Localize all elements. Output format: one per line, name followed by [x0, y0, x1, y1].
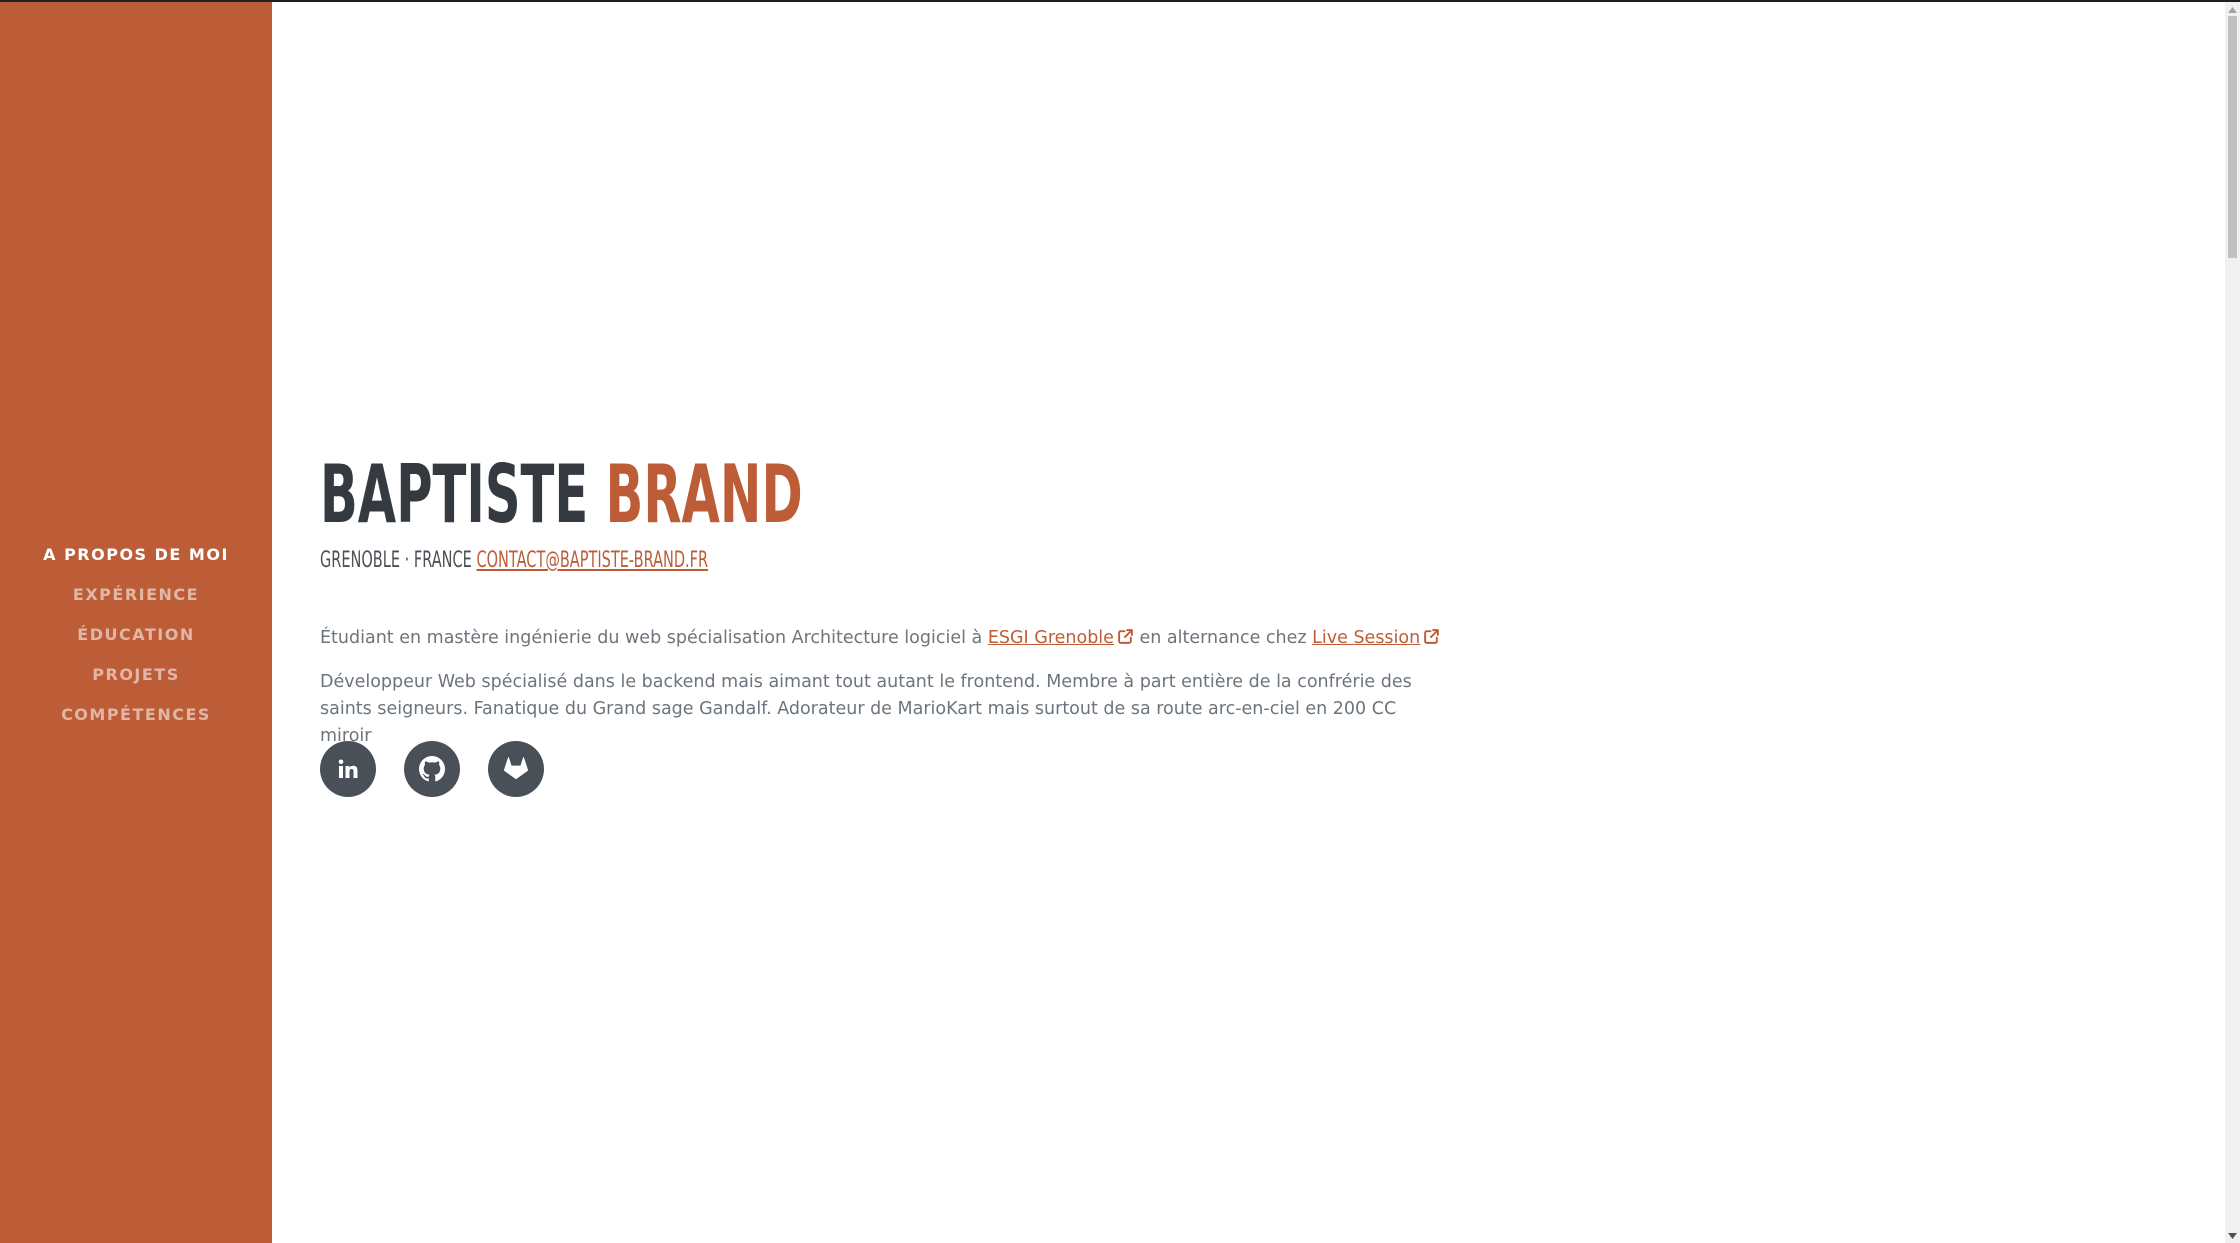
sidebar-item-skills[interactable]: COMPÉTENCES — [0, 695, 272, 735]
company-link-label: Live Session — [1312, 628, 1421, 648]
intro-paragraph: Étudiant en mastère ingénierie du web sp… — [320, 625, 1440, 652]
contact-subheading: GRENOBLE · FRANCE CONTACT@BAPTISTE-BRAND… — [320, 546, 708, 576]
last-name: BRAND — [605, 448, 803, 541]
first-name: BAPTISTE — [320, 448, 589, 541]
school-link-label: ESGI Grenoble — [987, 628, 1114, 648]
page-title: BAPTISTE BRAND — [320, 440, 803, 550]
sidebar-item-projects[interactable]: PROJETS — [0, 655, 272, 695]
vertical-scrollbar[interactable] — [2225, 0, 2240, 1243]
window-top-border — [0, 0, 2240, 2]
sidebar-item-about[interactable]: A PROPOS DE MOI — [0, 535, 272, 575]
gitlab-icon — [503, 757, 529, 780]
social-links — [320, 741, 544, 797]
external-link-icon — [1118, 629, 1133, 644]
bio-paragraph: Développeur Web spécialisé dans le backe… — [320, 672, 1412, 746]
sidebar-item-education[interactable]: ÉDUCATION — [0, 615, 272, 655]
github-button[interactable] — [404, 741, 460, 797]
external-link-icon — [1424, 629, 1440, 644]
location-text: GRENOBLE · FRANCE — [320, 548, 472, 573]
company-link[interactable]: Live Session — [1312, 628, 1440, 648]
scrollbar-thumb[interactable] — [2228, 16, 2237, 258]
linkedin-icon — [338, 759, 358, 778]
sidebar: A PROPOS DE MOI EXPÉRIENCE ÉDUCATION PRO… — [0, 0, 272, 1243]
gitlab-button[interactable] — [488, 741, 544, 797]
linkedin-button[interactable] — [320, 741, 376, 797]
github-icon — [419, 756, 445, 782]
sidebar-item-experience[interactable]: EXPÉRIENCE — [0, 575, 272, 615]
scroll-down-arrow-icon[interactable] — [2225, 1228, 2240, 1243]
school-link[interactable]: ESGI Grenoble — [988, 628, 1134, 648]
intro-prefix: Étudiant en mastère ingénierie du web sp… — [320, 628, 983, 648]
intro-middle: en alternance chez — [1139, 628, 1307, 648]
sidebar-nav: A PROPOS DE MOI EXPÉRIENCE ÉDUCATION PRO… — [0, 535, 272, 735]
email-link[interactable]: CONTACT@BAPTISTE-BRAND.FR — [476, 548, 708, 573]
scroll-up-arrow-icon[interactable] — [2225, 2, 2240, 17]
